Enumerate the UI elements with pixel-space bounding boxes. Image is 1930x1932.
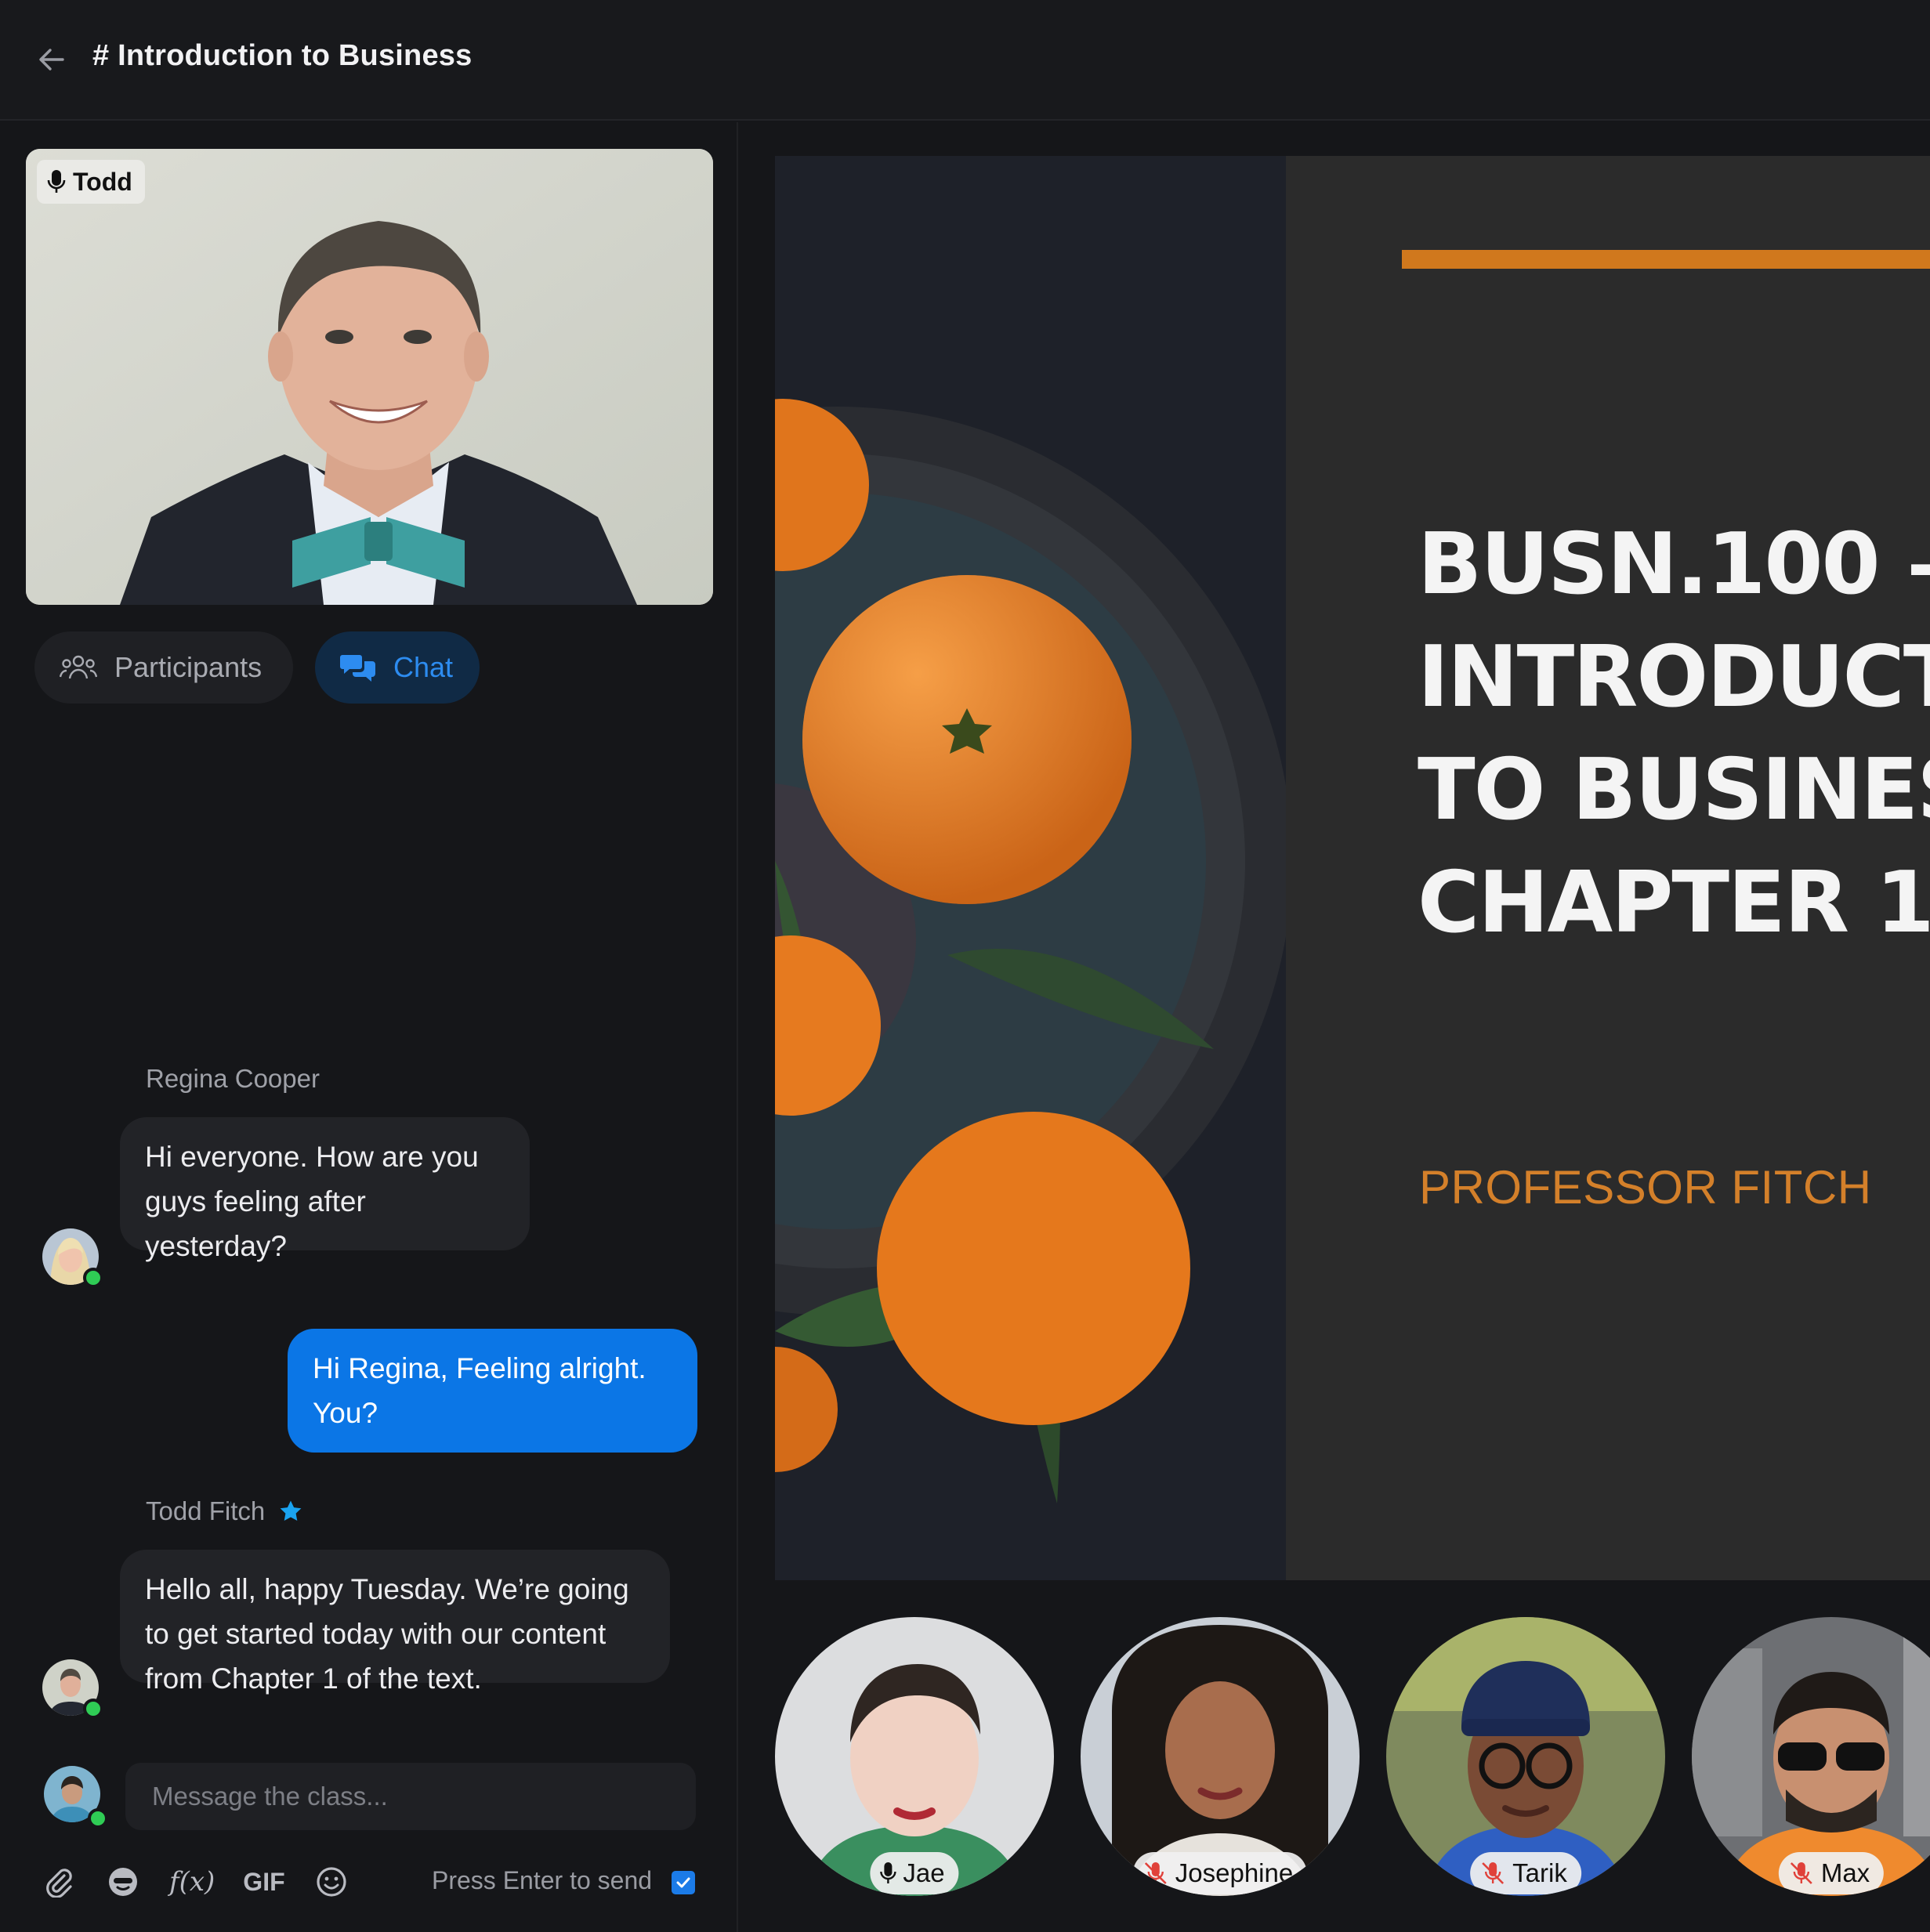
presentation-slide: BUSN.100 – INTRODUCTION TO BUSINESS CHAP… xyxy=(775,156,1930,1580)
participant-label: Josephine xyxy=(1132,1852,1308,1894)
channel-title: # Introduction to Business xyxy=(92,39,473,72)
sticker-icon[interactable] xyxy=(105,1864,141,1900)
participant-tile-jae[interactable]: Jae xyxy=(775,1617,1054,1896)
sender-name: Regina Cooper xyxy=(146,1064,320,1093)
side-panel: Todd Participants Chat Regina Cooper Hi … xyxy=(0,122,738,1932)
paperclip-icon[interactable] xyxy=(41,1864,77,1900)
participant-name: Max xyxy=(1820,1858,1870,1887)
online-status-dot xyxy=(83,1699,103,1719)
slide-title-line: INTRODUCTION xyxy=(1418,628,1930,726)
participant-name: Jae xyxy=(903,1858,945,1887)
microphone-muted-icon xyxy=(1144,1862,1167,1884)
star-icon xyxy=(280,1500,302,1521)
gif-button[interactable]: GIF xyxy=(243,1864,284,1900)
slide-subtitle: PROFESSOR FITCH xyxy=(1419,1161,1872,1214)
slide-title-line: CHAPTER 1 xyxy=(1418,854,1930,952)
avatar[interactable] xyxy=(42,1228,103,1288)
message-line: You? xyxy=(313,1397,378,1429)
avatar xyxy=(44,1766,108,1829)
online-status-dot xyxy=(83,1268,103,1288)
slide-photo-oranges xyxy=(775,156,1286,1580)
video-name: Todd xyxy=(73,167,132,196)
message-line: yesterday? xyxy=(145,1230,287,1262)
checkmark-icon xyxy=(676,1877,690,1888)
microphone-muted-icon xyxy=(1790,1862,1812,1884)
presentation-stage: BUSN.100 – INTRODUCTION TO BUSINESS CHAP… xyxy=(738,122,1930,1932)
composer-toolbar: f(x) GIF xyxy=(41,1858,378,1905)
message-sender: Regina Cooper xyxy=(146,1064,320,1094)
participant-strip: Jae Josephine Tarik Max xyxy=(775,1617,1930,1899)
message-line: to get started today with our content xyxy=(145,1618,607,1650)
tab-participants[interactable]: Participants xyxy=(34,631,293,704)
message-bubble-incoming[interactable]: Hi everyone. How are you guys feeling af… xyxy=(120,1117,530,1262)
message-line: guys feeling after xyxy=(145,1185,366,1217)
video-name-tag: Todd xyxy=(37,160,145,204)
message-line: Hi Regina, Feeling alright. xyxy=(313,1352,646,1384)
slide-title-line: BUSN.100 – xyxy=(1418,516,1930,613)
avatar[interactable] xyxy=(42,1659,103,1719)
tab-participants-label: Participants xyxy=(114,651,263,683)
message-bubble-incoming[interactable]: Hello all, happy Tuesday. We’re going to… xyxy=(120,1550,670,1695)
header-bar: # Introduction to Business xyxy=(0,0,1930,121)
enter-to-send-label: Press Enter to send xyxy=(432,1866,653,1894)
function-icon[interactable]: f(x) xyxy=(169,1864,215,1900)
slide-title: BUSN.100 – INTRODUCTION TO BUSINESS CHAP… xyxy=(1418,508,1930,960)
emoji-icon[interactable] xyxy=(313,1864,349,1900)
sender-name: Todd Fitch xyxy=(146,1496,266,1525)
arrow-left-icon[interactable] xyxy=(34,42,69,77)
message-input[interactable] xyxy=(125,1763,696,1830)
participant-tile-max[interactable]: Max xyxy=(1692,1617,1930,1896)
presenter-video-feed xyxy=(26,149,713,605)
participant-tile-josephine[interactable]: Josephine xyxy=(1081,1617,1360,1896)
chat-bubbles-icon xyxy=(340,655,375,682)
microphone-icon xyxy=(880,1862,896,1883)
microphone-muted-icon xyxy=(1482,1862,1505,1884)
slide-title-line: TO BUSINESS xyxy=(1418,741,1930,839)
message-line: Hi everyone. How are you xyxy=(145,1141,479,1173)
slide-accent-bar xyxy=(1402,250,1930,269)
tab-chat[interactable]: Chat xyxy=(315,631,480,704)
message-line: Hello all, happy Tuesday. We’re going xyxy=(145,1573,629,1605)
message-bubble-outgoing[interactable]: Hi Regina, Feeling alright. You? xyxy=(288,1329,697,1453)
participant-name: Tarik xyxy=(1512,1858,1567,1887)
presenter-video[interactable]: Todd xyxy=(26,149,713,605)
tab-chat-label: Chat xyxy=(393,651,454,683)
participant-label: Jae xyxy=(870,1852,959,1894)
people-icon xyxy=(60,655,97,679)
participant-label: Tarik xyxy=(1470,1852,1581,1894)
panel-tabs: Participants Chat xyxy=(34,631,480,704)
message-line: from Chapter 1 of the text. xyxy=(145,1662,482,1695)
microphone-icon xyxy=(47,170,66,193)
participant-label: Max xyxy=(1778,1852,1885,1894)
participant-name: Josephine xyxy=(1175,1858,1294,1887)
participant-tile-tarik[interactable]: Tarik xyxy=(1386,1617,1665,1896)
enter-to-send-checkbox[interactable] xyxy=(672,1871,695,1894)
online-status-dot xyxy=(88,1808,108,1829)
message-sender: Todd Fitch xyxy=(146,1496,302,1526)
